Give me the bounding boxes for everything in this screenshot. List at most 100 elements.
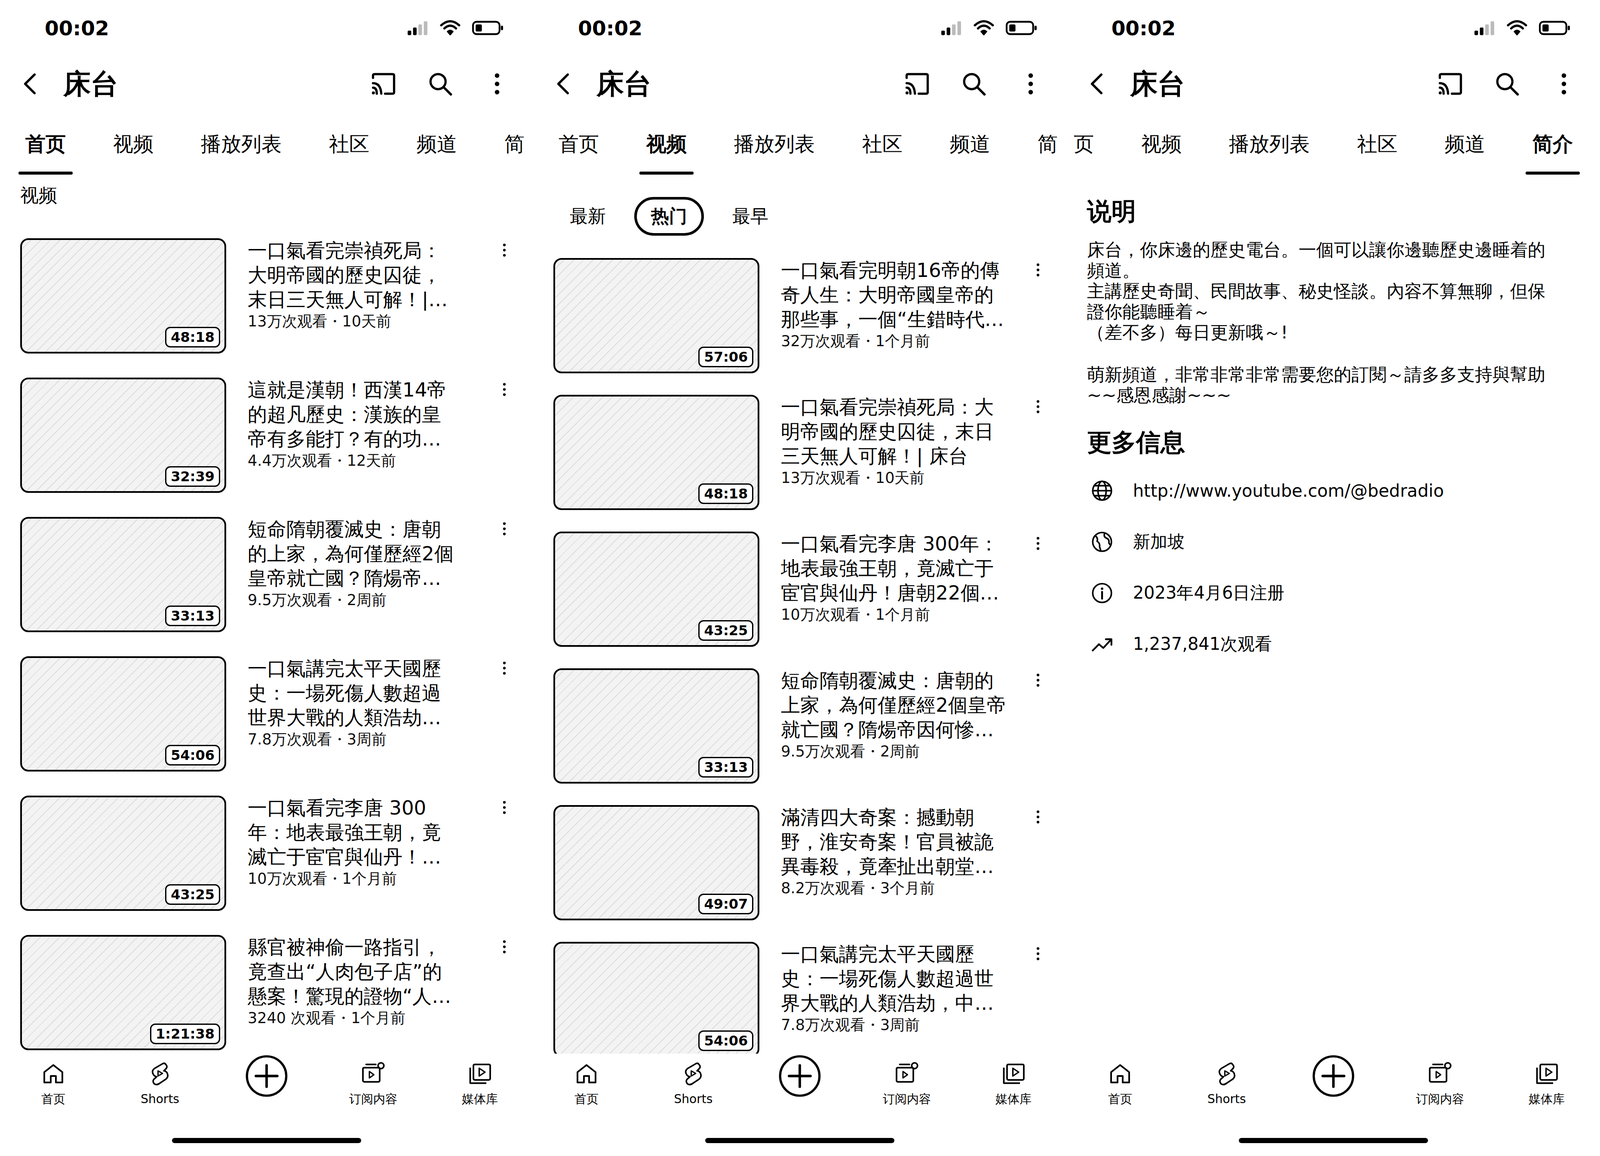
sort-chip[interactable]: 最新 <box>552 196 623 236</box>
more-vertical-icon[interactable] <box>1029 260 1047 282</box>
shorts-icon <box>1213 1060 1240 1087</box>
more-vertical-icon[interactable] <box>482 68 513 99</box>
video-thumbnail[interactable]: 54:06 <box>553 941 760 1054</box>
bottom-nav-item[interactable]: Shorts <box>106 1053 214 1125</box>
tab[interactable]: 频道 <box>1437 111 1493 177</box>
video-row[interactable]: 1:21:38縣官被神偷一路指引，竟查出“人肉包子店”的懸案！驚現的證物“人…3… <box>20 934 513 1051</box>
sort-chips: 最新热门最早 <box>533 196 1067 236</box>
tab[interactable]: 简介 <box>1525 111 1580 177</box>
video-row[interactable]: 54:06一口氣講完太平天國歷史：一場死傷人數超過世界大戰的人類浩劫，中…7.8… <box>553 941 1047 1054</box>
bottom-nav-item[interactable]: Shorts <box>1173 1053 1281 1125</box>
bottom-nav-label: 媒体库 <box>1528 1091 1565 1107</box>
video-thumbnail[interactable]: 43:25 <box>553 531 760 647</box>
more-vertical-icon[interactable] <box>1015 68 1046 99</box>
create-plus-icon[interactable] <box>1311 1053 1356 1099</box>
more-vertical-icon[interactable] <box>1029 670 1047 692</box>
tab[interactable]: 频道 <box>409 111 464 177</box>
bottom-nav-item[interactable]: 首页 <box>0 1053 107 1125</box>
video-row[interactable]: 33:13短命隋朝覆滅史：唐朝的上家，為何僅歷經2個皇帝就亡國？隋煬帝因何慘…9… <box>553 668 1047 784</box>
search-icon[interactable] <box>425 68 456 99</box>
tab[interactable]: 简 <box>497 111 532 177</box>
video-thumbnail[interactable]: 43:25 <box>20 795 227 911</box>
video-thumbnail[interactable]: 54:06 <box>20 656 227 772</box>
video-row[interactable]: 57:06一口氣看完明朝16帝的傳奇人生：大明帝國皇帝的那些事，一個“生錯時代…… <box>553 257 1047 374</box>
back-arrow-icon[interactable] <box>550 70 578 98</box>
more-vertical-icon[interactable] <box>1548 68 1579 99</box>
video-row[interactable]: 33:13短命隋朝覆滅史：唐朝的上家，為何僅歷經2個皇帝就亡國？隋煬帝…9.5万… <box>20 516 513 633</box>
video-title-line: 年：地表最強王朝，竟 <box>247 819 496 845</box>
sort-chip[interactable]: 热门 <box>634 196 704 236</box>
bottom-nav-item[interactable]: 订阅内容 <box>1386 1053 1494 1125</box>
video-row[interactable]: 54:06一口氣講完太平天國歷史：一場死傷人數超過世界大戰的人類浩劫…7.8万次… <box>20 656 513 772</box>
tab[interactable]: 首页 <box>18 111 73 177</box>
bottom-nav-item[interactable]: 媒体库 <box>960 1053 1067 1125</box>
home-indicator[interactable] <box>1238 1137 1429 1143</box>
more-vertical-icon[interactable] <box>495 240 513 262</box>
cast-icon[interactable] <box>368 68 399 99</box>
video-row[interactable]: 48:18一口氣看完崇禎死局：大明帝國的歷史囚徒，末日三天無人可解！| 床台13… <box>553 394 1047 510</box>
bottom-nav-item[interactable]: Shorts <box>639 1053 747 1125</box>
tab[interactable]: 视频 <box>106 111 161 177</box>
tab[interactable]: 社区 <box>1350 111 1405 177</box>
tab[interactable]: 频道 <box>942 111 998 177</box>
tab[interactable]: 社区 <box>322 111 377 177</box>
home-indicator[interactable] <box>171 1137 362 1143</box>
bottom-nav-item[interactable] <box>213 1053 320 1125</box>
create-plus-icon[interactable] <box>244 1053 289 1099</box>
back-arrow-icon[interactable] <box>1084 70 1111 98</box>
sort-chip[interactable]: 最早 <box>715 196 786 236</box>
home-indicator[interactable] <box>705 1137 895 1143</box>
more-vertical-icon[interactable] <box>495 519 513 541</box>
video-thumbnail[interactable]: 33:13 <box>553 668 760 784</box>
info-text: 1,237,841次观看 <box>1133 632 1273 656</box>
tab[interactable]: 播放列表 <box>727 111 822 177</box>
tab[interactable]: 视频 <box>1134 111 1189 177</box>
tab[interactable]: 页 <box>1066 111 1101 177</box>
video-row[interactable]: 49:07滿清四大奇案：撼動朝野，淮安奇案！官員被詭異毒殺，竟牽扯出朝堂…8.2… <box>553 804 1047 921</box>
tab[interactable]: 首页 <box>551 111 606 177</box>
video-row[interactable]: 43:25一口氣看完李唐 300年：地表最強王朝，竟滅亡于宦官與仙丹！唐朝22個… <box>553 531 1047 647</box>
video-thumbnail[interactable]: 48:18 <box>20 238 227 354</box>
description-line: 證你能聽睡着～ <box>1087 301 1580 323</box>
tab[interactable]: 简 <box>1030 111 1065 177</box>
video-meta: 3240 次观看・1个月前 <box>247 1008 496 1028</box>
search-icon[interactable] <box>958 68 989 99</box>
video-row[interactable]: 32:39這就是漢朝！西漢14帝的超凡歷史：漢族的皇帝有多能打？有的功…4.4万… <box>20 377 513 493</box>
bottom-nav-item[interactable] <box>1280 1053 1387 1125</box>
bottom-nav-item[interactable]: 首页 <box>1066 1053 1174 1125</box>
bottom-nav-item[interactable] <box>746 1053 854 1125</box>
tab[interactable]: 社区 <box>855 111 910 177</box>
video-thumbnail[interactable]: 32:39 <box>20 377 227 493</box>
more-vertical-icon[interactable] <box>1029 807 1047 829</box>
bottom-nav-item[interactable]: 订阅内容 <box>853 1053 961 1125</box>
more-vertical-icon[interactable] <box>495 380 513 401</box>
video-thumbnail[interactable]: 57:06 <box>553 257 760 374</box>
info-row: 2023年4月6日注册 <box>1087 567 1580 619</box>
bottom-nav-item[interactable]: 媒体库 <box>426 1053 534 1125</box>
more-vertical-icon[interactable] <box>1029 944 1047 965</box>
tab[interactable]: 播放列表 <box>1222 111 1317 177</box>
cast-icon[interactable] <box>902 68 933 99</box>
bottom-nav-item[interactable]: 订阅内容 <box>319 1053 427 1125</box>
more-vertical-icon[interactable] <box>495 798 513 819</box>
more-vertical-icon[interactable] <box>495 937 513 959</box>
video-thumbnail[interactable]: 1:21:38 <box>20 934 227 1051</box>
tab[interactable]: 视频 <box>639 111 694 177</box>
back-arrow-icon[interactable] <box>17 70 44 98</box>
more-vertical-icon[interactable] <box>495 658 513 680</box>
video-row[interactable]: 48:18一口氣看完崇禎死局：大明帝國的歷史囚徒，末日三天無人可解！|…13万次… <box>20 238 513 354</box>
video-row[interactable]: 43:25一口氣看完李唐 300年：地表最強王朝，竟滅亡于宦官與仙丹！…10万次… <box>20 795 513 911</box>
about-panel: 说明床台，你床邊的歷史電台。一個可以讓你邊聽歷史邊睡着的頻道。主講歷史奇聞、民間… <box>1066 176 1600 670</box>
video-thumbnail[interactable]: 33:13 <box>20 516 227 633</box>
bottom-nav-item[interactable]: 媒体库 <box>1493 1053 1600 1125</box>
video-thumbnail[interactable]: 48:18 <box>553 394 760 510</box>
video-title-line: 界大戰的人類浩劫，中… <box>780 990 1029 1016</box>
more-vertical-icon[interactable] <box>1029 397 1047 418</box>
bottom-nav-item[interactable]: 首页 <box>533 1053 640 1125</box>
tab[interactable]: 播放列表 <box>193 111 289 177</box>
create-plus-icon[interactable] <box>777 1053 823 1099</box>
cast-icon[interactable] <box>1435 68 1466 99</box>
video-thumbnail[interactable]: 49:07 <box>553 804 760 921</box>
more-vertical-icon[interactable] <box>1029 534 1047 555</box>
search-icon[interactable] <box>1492 68 1523 99</box>
